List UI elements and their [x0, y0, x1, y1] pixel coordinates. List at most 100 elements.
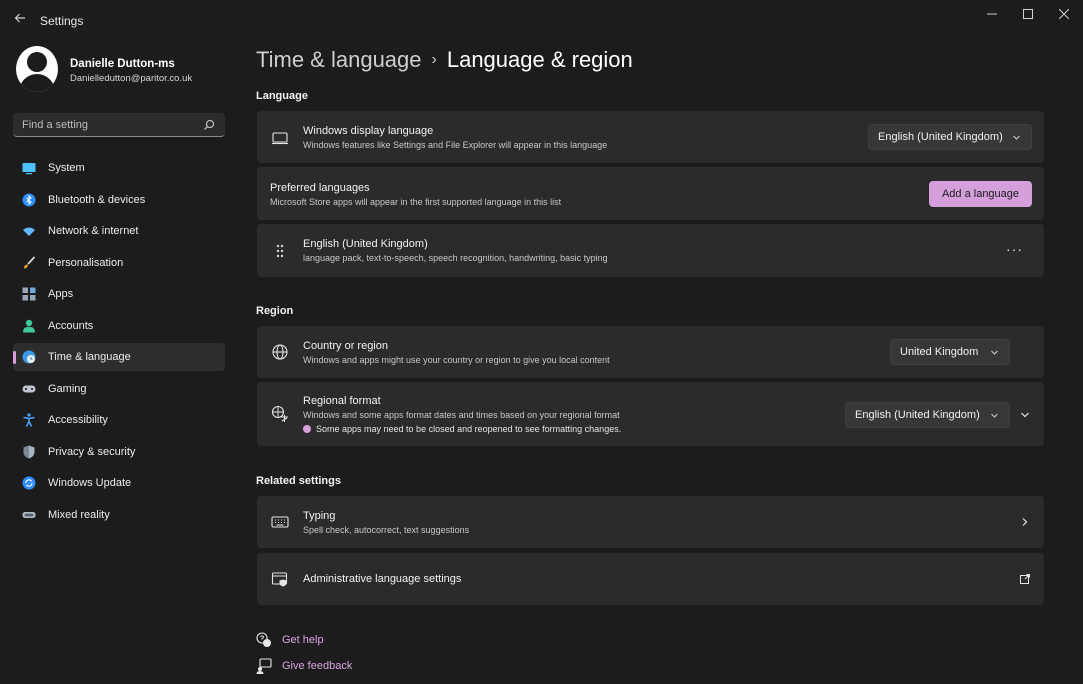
sidebar-item-apps[interactable]: Apps: [13, 280, 225, 308]
sidebar-item-accounts[interactable]: Accounts: [13, 312, 225, 340]
regional-format-subtitle: Windows and some apps format dates and t…: [303, 410, 620, 420]
sidebar-item-label: Gaming: [48, 382, 87, 395]
sidebar-item-label: Apps: [48, 288, 74, 300]
preferred-languages-subtitle: Microsoft Store apps will appear in the …: [270, 197, 562, 207]
drag-handle-icon[interactable]: [271, 242, 289, 260]
sidebar-item-network[interactable]: Network & internet: [13, 217, 225, 245]
monitor-icon: [272, 132, 288, 145]
search-input[interactable]: [22, 117, 202, 133]
globe-icon: [272, 344, 288, 360]
breadcrumb-separator: ›: [431, 51, 437, 68]
regional-format-notice: Some apps may need to be closed and reop…: [303, 424, 621, 434]
regional-format-icon: [271, 405, 288, 422]
sidebar-item-label: Bluetooth & devices: [48, 193, 146, 206]
typing-card[interactable]: Typing Spell check, autocorrect, text su…: [257, 496, 1044, 548]
close-button[interactable]: [1046, 0, 1082, 28]
regional-format-notice-text: Some apps may need to be closed and reop…: [316, 424, 622, 434]
typing-subtitle: Spell check, autocorrect, text suggestio…: [303, 525, 470, 535]
sidebar-item-mixed-reality[interactable]: Mixed reality: [13, 501, 225, 529]
give-feedback-label: Give feedback: [282, 660, 353, 672]
globe-clock-icon: [22, 350, 36, 364]
sidebar-item-gaming[interactable]: Gaming: [13, 375, 225, 403]
display-language-title: Windows display language: [303, 125, 434, 137]
get-help-label: Get help: [282, 634, 324, 646]
installed-language-card: English (United Kingdom) language pack, …: [257, 224, 1044, 277]
preferred-languages-title: Preferred languages: [270, 182, 370, 194]
back-arrow-icon[interactable]: [12, 11, 28, 27]
user-profile[interactable]: Danielle Dutton-ms Danielledutton@parito…: [16, 46, 226, 96]
chevron-right-icon: [1022, 518, 1028, 526]
sidebar-item-label: Accessibility: [48, 414, 108, 426]
sidebar-item-system[interactable]: System: [13, 154, 225, 182]
preferred-languages-card: Preferred languages Microsoft Store apps…: [257, 167, 1044, 220]
sidebar-item-label: Network & internet: [48, 225, 139, 237]
gamepad-icon: [22, 385, 36, 392]
feedback-icon: [256, 658, 272, 674]
expand-chevron-icon[interactable]: [1020, 410, 1030, 420]
country-region-card: Country or region Windows and apps might…: [257, 326, 1044, 378]
admin-language-card[interactable]: Administrative language settings: [257, 553, 1044, 605]
page-title: Language & region: [446, 47, 633, 72]
sidebar-item-accessibility[interactable]: Accessibility: [13, 406, 225, 434]
profile-name: Danielle Dutton-ms: [70, 58, 175, 70]
sidebar-item-personalisation[interactable]: Personalisation: [13, 249, 225, 277]
get-help-link[interactable]: Get help: [256, 631, 324, 649]
chevron-down-icon: [991, 350, 998, 355]
sidebar-item-label: Personalisation: [48, 256, 124, 269]
sidebar-item-label: Time & language: [48, 351, 131, 363]
breadcrumb: Time & language › Language & region: [256, 47, 633, 73]
display-language-value: English (United Kingdom): [878, 131, 1003, 143]
admin-language-title: Administrative language settings: [303, 573, 462, 585]
keyboard-icon: [271, 516, 289, 528]
accessibility-icon: [23, 413, 35, 427]
sidebar-item-label: System: [48, 162, 85, 174]
brush-icon: [24, 255, 36, 268]
app-title: Settings: [40, 14, 84, 28]
maximize-icon: [1023, 9, 1033, 19]
give-feedback-link[interactable]: Give feedback: [256, 657, 352, 675]
display-language-dropdown[interactable]: English (United Kingdom): [868, 124, 1032, 150]
external-link-icon: [1020, 574, 1030, 584]
sidebar-item-label: Mixed reality: [48, 508, 110, 521]
installed-language-title: English (United Kingdom): [303, 238, 428, 250]
help-icon: [256, 632, 271, 647]
display-language-card: Windows display language Windows feature…: [257, 111, 1044, 163]
chevron-down-icon: [991, 413, 998, 418]
sidebar-item-label: Accounts: [48, 319, 94, 332]
regional-format-dropdown[interactable]: English (United Kingdom): [845, 402, 1010, 428]
sidebar-item-windows-update[interactable]: Windows Update: [13, 469, 225, 497]
sidebar-item-privacy[interactable]: Privacy & security: [13, 438, 225, 466]
admin-window-icon: [271, 572, 288, 587]
sidebar-nav: System Bluetooth & devices Network & int…: [13, 154, 225, 532]
avatar: [16, 46, 58, 92]
country-region-dropdown[interactable]: United Kingdom: [890, 339, 1010, 365]
breadcrumb-parent[interactable]: Time & language: [256, 47, 422, 72]
section-title-region: Region: [256, 305, 294, 317]
more-options-icon[interactable]: ···: [1006, 241, 1023, 257]
close-icon: [1059, 9, 1069, 19]
add-language-button[interactable]: Add a language: [929, 181, 1032, 207]
network-icon: [23, 227, 35, 236]
profile-email: Danielledutton@paritor.co.uk: [70, 73, 193, 84]
installed-language-subtitle: language pack, text-to-speech, speech re…: [303, 253, 608, 263]
regional-format-title: Regional format: [303, 395, 381, 407]
sidebar-item-time-language[interactable]: Time & language: [13, 343, 225, 371]
section-title-language: Language: [256, 90, 308, 102]
chevron-down-icon: [1013, 135, 1020, 140]
regional-format-card[interactable]: Regional format Windows and some apps fo…: [257, 382, 1044, 446]
maximize-button[interactable]: [1010, 0, 1046, 28]
country-region-subtitle: Windows and apps might use your country …: [303, 355, 610, 365]
typing-title: Typing: [303, 510, 336, 522]
headset-icon: [22, 511, 36, 518]
title-bar: Settings: [0, 0, 1083, 40]
apps-icon: [22, 287, 36, 301]
minimize-button[interactable]: [974, 0, 1010, 28]
sidebar-item-bluetooth[interactable]: Bluetooth & devices: [13, 186, 225, 214]
accounts-icon: [23, 319, 35, 332]
sidebar-item-label: Windows Update: [48, 477, 132, 489]
search-icon[interactable]: [202, 118, 216, 132]
shield-icon: [23, 445, 35, 458]
display-language-subtitle: Windows features like Settings and File …: [303, 140, 608, 150]
update-icon: [22, 476, 36, 490]
section-title-related: Related settings: [256, 475, 341, 487]
